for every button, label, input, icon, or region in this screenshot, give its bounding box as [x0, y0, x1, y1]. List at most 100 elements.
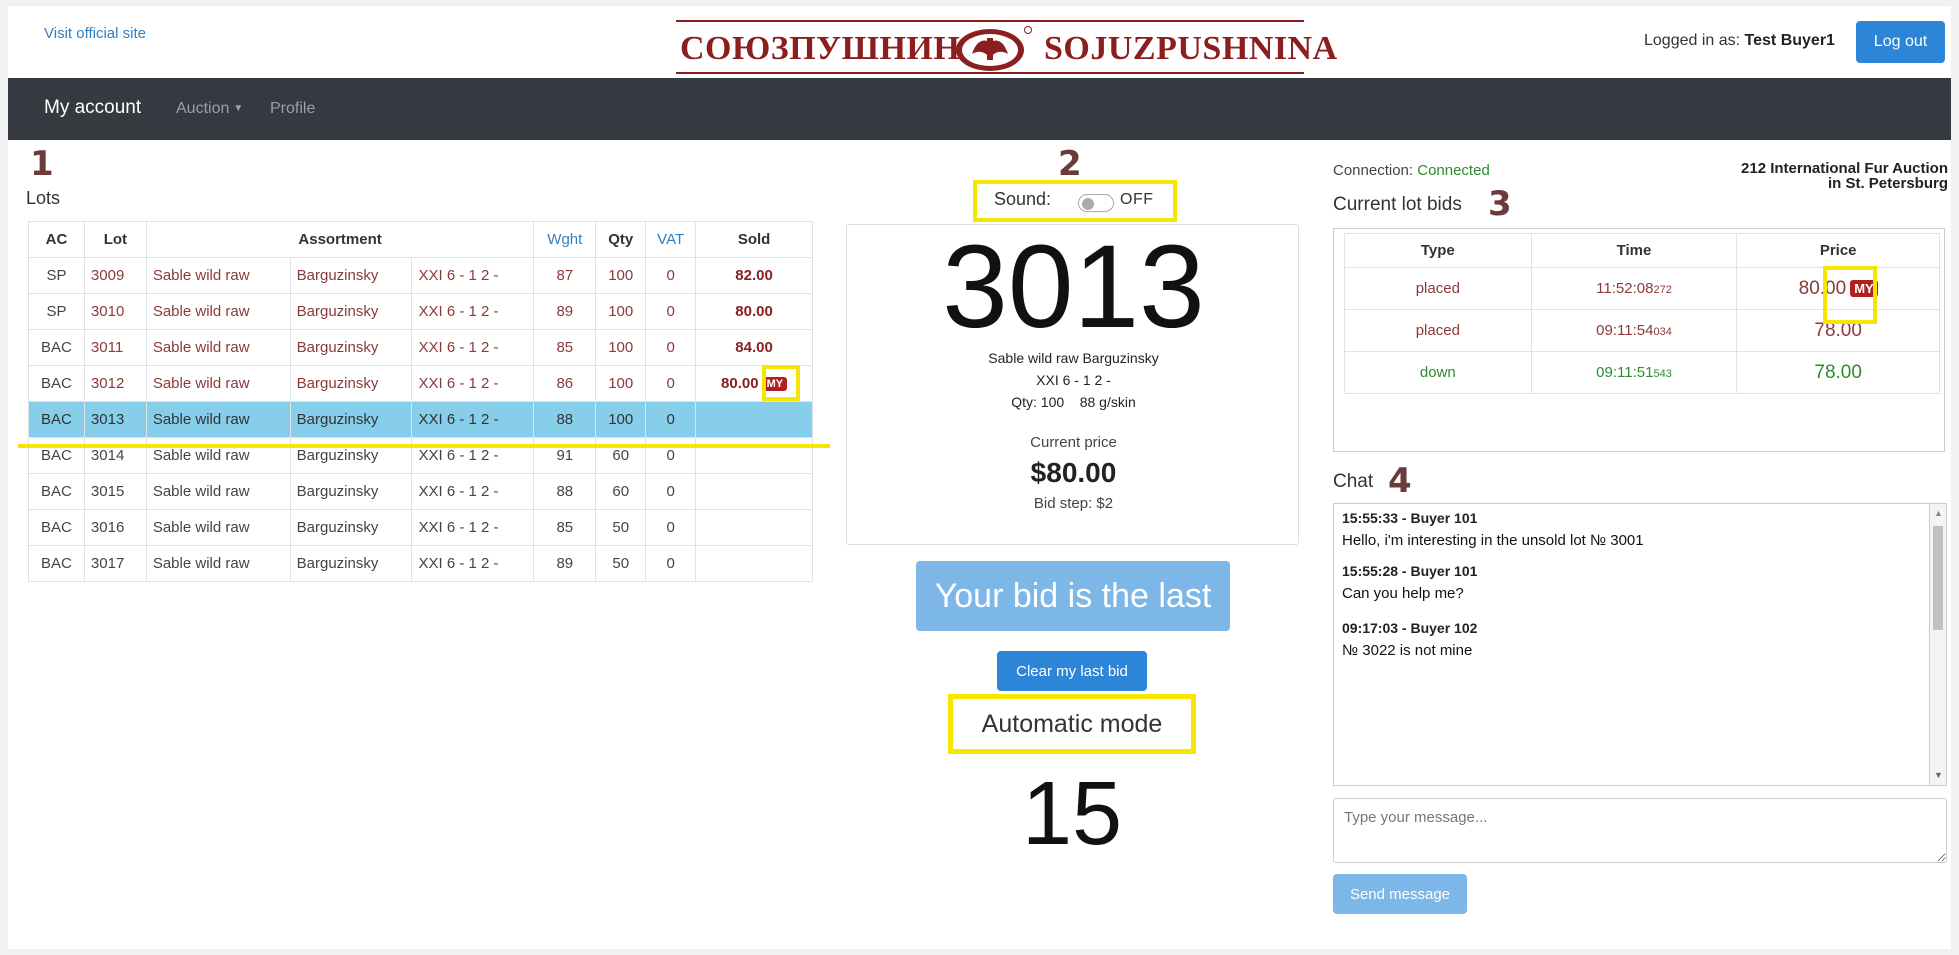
cell-kind: Sable wild raw: [145, 437, 291, 474]
table-row[interactable]: SP 3009 Sable wild raw Barguzinsky XXI 6…: [28, 257, 813, 294]
lots-header-row: AC Lot Assortment Wght Qty VAT Sold: [28, 221, 813, 258]
logo-emblem-icon: [956, 26, 1032, 71]
cell-origin: Barguzinsky: [289, 437, 413, 474]
cell-ac: BAC: [28, 329, 85, 366]
cell-qty: 60: [595, 437, 647, 474]
chat-message: 15:55:28 - Buyer 101 Can you help me?: [1342, 563, 1921, 602]
nav-auction-label: Auction: [176, 100, 230, 117]
cell-grade: XXI 6 - 1 2 -: [411, 437, 535, 474]
col-time: Time: [1530, 233, 1738, 268]
visit-official-site-link[interactable]: Visit official site: [44, 25, 146, 42]
cell-wght: 88: [533, 473, 597, 510]
cell-sold: 82.00: [695, 257, 813, 294]
your-bid-is-last-button[interactable]: Your bid is the last: [916, 561, 1230, 631]
sound-toggle[interactable]: [1078, 194, 1114, 212]
cell-wght: 89: [533, 293, 597, 330]
nav-auction-dropdown[interactable]: Auction ▼: [176, 100, 243, 118]
bid-time-main: 09:11:54: [1596, 322, 1654, 339]
send-message-button[interactable]: Send message: [1333, 874, 1467, 914]
table-row[interactable]: BAC 3016 Sable wild raw Barguzinsky XXI …: [28, 509, 813, 546]
connection-value: Connected: [1417, 162, 1490, 179]
cell-grade: XXI 6 - 1 2 -: [411, 257, 535, 294]
cell-qty: 100: [595, 365, 647, 402]
clear-last-bid-button[interactable]: Clear my last bid: [997, 651, 1147, 691]
cell-qty: 50: [595, 509, 647, 546]
cell-grade: XXI 6 - 1 2 -: [411, 329, 535, 366]
cell-origin: Barguzinsky: [289, 509, 413, 546]
cell-lot: 3009: [83, 257, 147, 294]
col-sold[interactable]: Sold: [695, 221, 813, 258]
cell-wght: 91: [533, 437, 597, 474]
cell-wght: 89: [533, 545, 597, 582]
table-row[interactable]: BAC 3012 Sable wild raw Barguzinsky XXI …: [28, 365, 813, 402]
cell-ac: SP: [28, 257, 85, 294]
chat-scrollbar[interactable]: ▲ ▼: [1930, 503, 1947, 786]
cell-origin: Barguzinsky: [289, 365, 413, 402]
table-row[interactable]: BAC 3015 Sable wild raw Barguzinsky XXI …: [28, 473, 813, 510]
sound-state: OFF: [1120, 191, 1154, 208]
cell-origin: Barguzinsky: [289, 545, 413, 582]
logo-text-en: SOJUZPUSHNINA: [1044, 30, 1338, 67]
scroll-up-icon[interactable]: ▲: [1934, 508, 1943, 518]
cell-kind: Sable wild raw: [145, 509, 291, 546]
cell-sold: [695, 509, 813, 546]
auction-title-line2: in St. Petersburg: [1827, 175, 1948, 192]
col-qty[interactable]: Qty: [595, 221, 647, 258]
bid-row: down 09:11:51543 78.00: [1344, 351, 1940, 394]
cell-lot: 3013: [83, 401, 147, 438]
table-row[interactable]: BAC 3011 Sable wild raw Barguzinsky XXI …: [28, 329, 813, 366]
cell-kind: Sable wild raw: [145, 365, 291, 402]
cell-lot: 3012: [83, 365, 147, 402]
scroll-thumb[interactable]: [1933, 526, 1943, 630]
table-row[interactable]: BAC 3014 Sable wild raw Barguzinsky XXI …: [28, 437, 813, 474]
col-wght[interactable]: Wght: [533, 221, 597, 258]
lot-desc-line3: Qty: 100 88 g/skin: [1011, 394, 1136, 410]
cell-lot: 3017: [83, 545, 147, 582]
cell-qty: 50: [595, 545, 647, 582]
table-row-active[interactable]: BAC 3013 Sable wild raw Barguzinsky XXI …: [28, 401, 813, 438]
logout-button[interactable]: Log out: [1856, 21, 1945, 63]
chat-message-header: 15:55:33 - Buyer 101: [1342, 510, 1478, 526]
logged-in-label: Logged in as:: [1644, 32, 1741, 49]
cell-ac: BAC: [28, 473, 85, 510]
col-ac[interactable]: AC: [28, 221, 85, 258]
nav-profile[interactable]: Profile: [270, 100, 315, 118]
table-row[interactable]: BAC 3017 Sable wild raw Barguzinsky XXI …: [28, 545, 813, 582]
chat-messages[interactable]: 15:55:33 - Buyer 101 Hello, i'm interest…: [1333, 503, 1930, 786]
col-lot[interactable]: Lot: [83, 221, 147, 258]
current-lot-bids-panel: Type Time Price placed 11:52:08272 80.00…: [1333, 228, 1945, 452]
cell-vat: 0: [645, 257, 697, 294]
cell-lot: 3016: [83, 509, 147, 546]
auction-title-line1: 212 International Fur Auction: [1741, 160, 1948, 177]
bid-time: 11:52:08272: [1530, 267, 1738, 310]
cell-grade: XXI 6 - 1 2 -: [411, 401, 535, 438]
bid-type: placed: [1344, 267, 1532, 310]
table-row[interactable]: SP 3010 Sable wild raw Barguzinsky XXI 6…: [28, 293, 813, 330]
col-vat[interactable]: VAT: [645, 221, 697, 258]
scroll-down-icon[interactable]: ▼: [1934, 770, 1943, 780]
annotation-4: 4: [1388, 461, 1412, 501]
lots-table: AC Lot Assortment Wght Qty VAT Sold SP 3…: [28, 221, 813, 582]
connection-label: Connection:: [1333, 162, 1414, 179]
user-name: Test Buyer1: [1744, 32, 1835, 49]
col-assortment[interactable]: Assortment: [145, 221, 535, 258]
annotation-3: 3: [1488, 184, 1512, 224]
cell-wght: 87: [533, 257, 597, 294]
current-lot-description: Sable wild raw Barguzinsky XXI 6 - 1 2 -…: [847, 347, 1300, 413]
cell-ac: BAC: [28, 437, 85, 474]
logo-top-rule: [676, 20, 1304, 22]
logo-text-ru: СОЮЗПУШНИНА: [680, 30, 986, 67]
nav-my-account[interactable]: My account: [44, 97, 141, 119]
bids-header-row: Type Time Price: [1344, 233, 1940, 268]
chat-message-input[interactable]: [1333, 798, 1947, 863]
cell-sold: [695, 545, 813, 582]
current-lot-number: 3013: [942, 221, 1205, 353]
page: Visit official site СОЮЗПУШНИНА SOJUZPUS…: [8, 6, 1951, 949]
cell-qty: 60: [595, 473, 647, 510]
sold-price: 80.00: [721, 375, 759, 392]
cell-vat: 0: [645, 545, 697, 582]
chat-message: 15:55:33 - Buyer 101 Hello, i'm interest…: [1342, 510, 1921, 549]
automatic-mode-indicator: Automatic mode: [948, 694, 1196, 754]
bid-time-ms: 034: [1653, 326, 1672, 338]
chat-message-header: 15:55:28 - Buyer 101: [1342, 563, 1478, 579]
